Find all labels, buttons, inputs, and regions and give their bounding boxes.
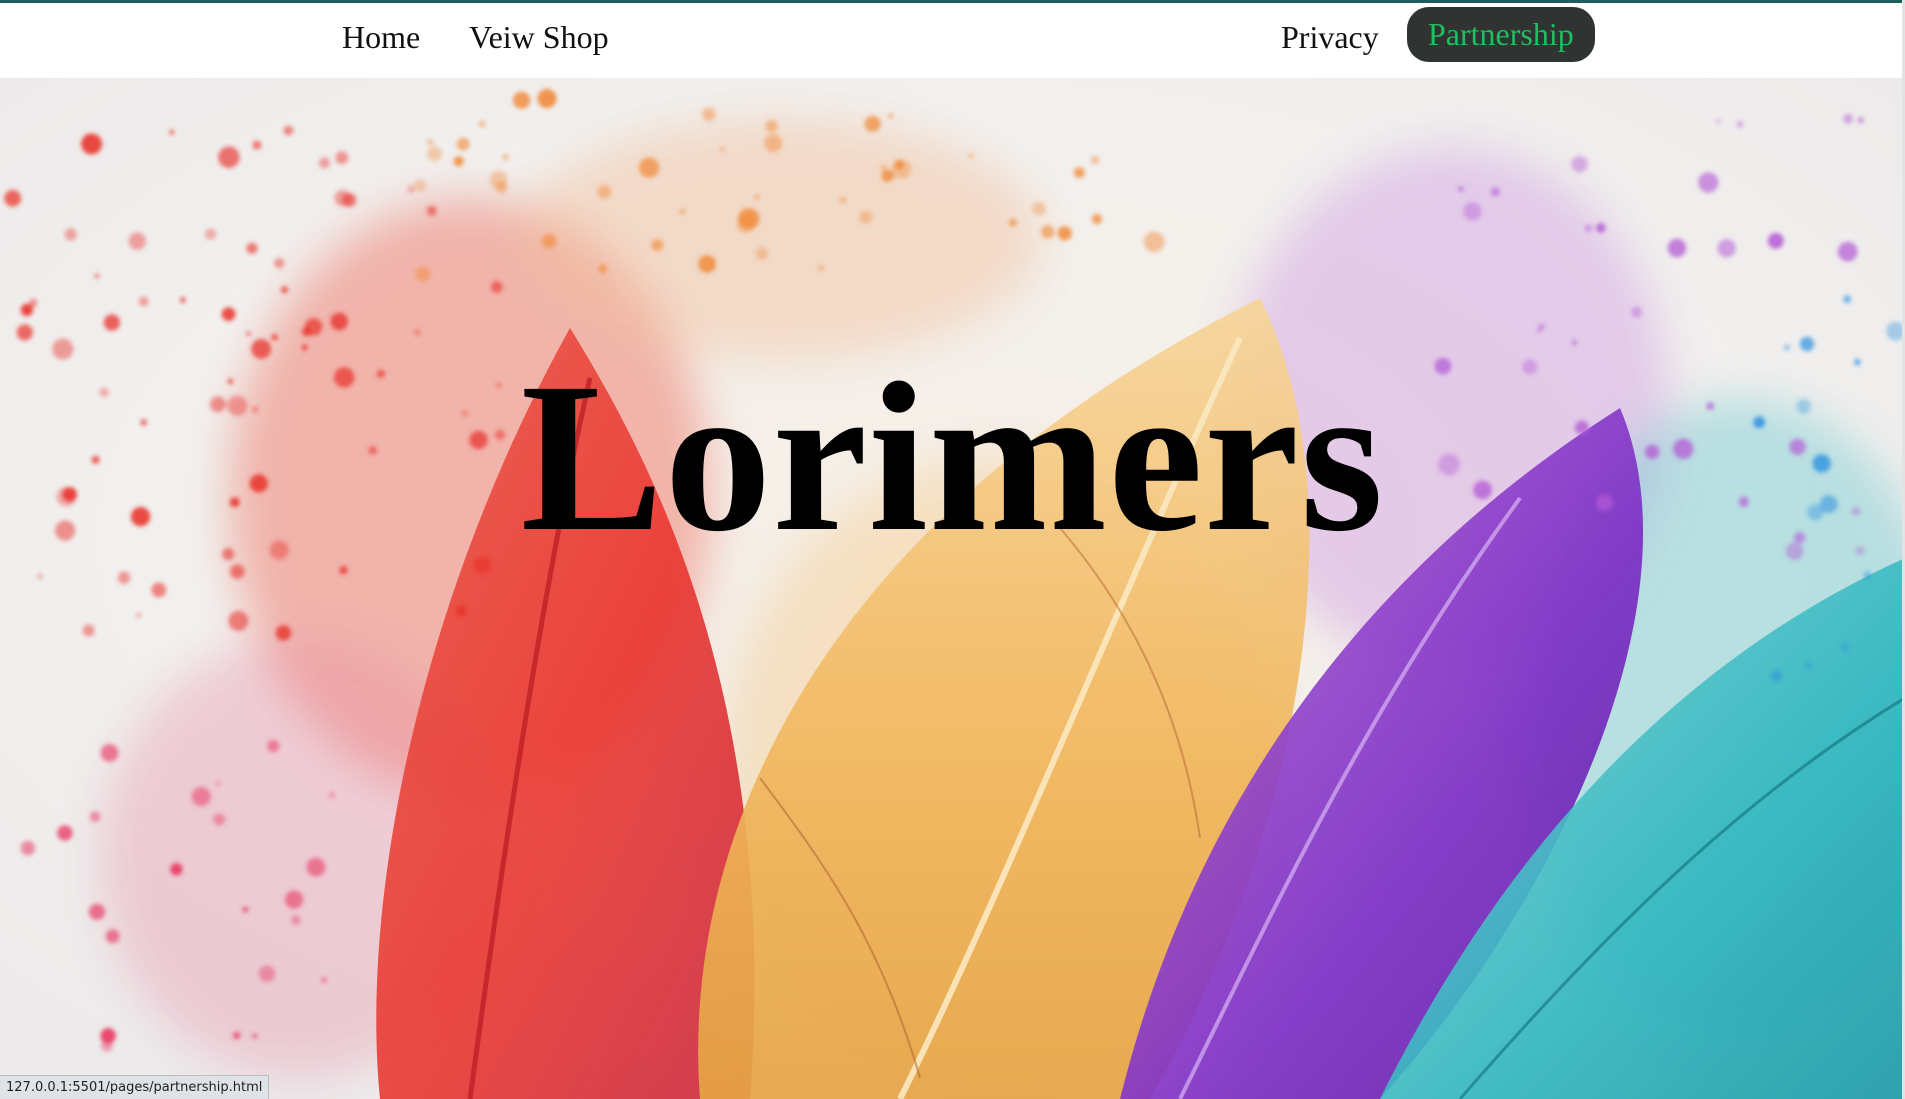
watercolor-feathers-image — [0, 78, 1905, 1099]
hero-banner: Lorimers — [0, 78, 1905, 1099]
nav-link-partnership-active[interactable]: Partnership — [1407, 7, 1595, 62]
nav-link-home[interactable]: Home — [342, 15, 420, 59]
top-navbar: Home Veiw Shop Privacy Partnership — [0, 3, 1905, 78]
nav-link-privacy[interactable]: Privacy — [1281, 15, 1379, 59]
status-bar-link-preview: 127.0.0.1:5501/pages/partnership.html — [0, 1075, 270, 1099]
hero-title: Lorimers — [520, 339, 1385, 576]
nav-link-view-shop[interactable]: Veiw Shop — [469, 15, 609, 59]
